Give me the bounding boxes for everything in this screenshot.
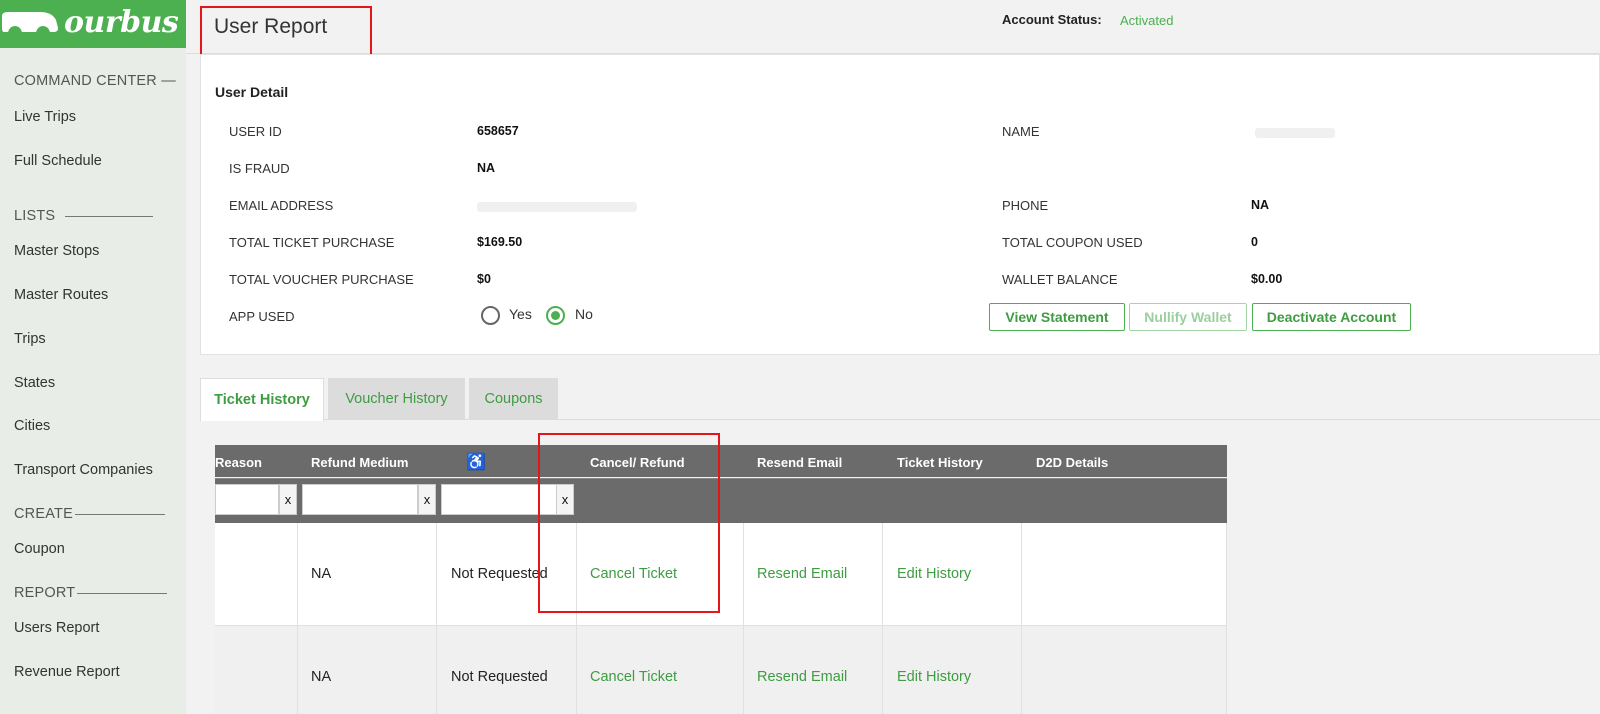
header-bar [186, 0, 1600, 54]
filter-clear-button[interactable]: x [418, 484, 436, 515]
row1-accessibility: Not Requested [451, 566, 548, 582]
column-divider [1021, 523, 1022, 714]
table-row [215, 626, 1227, 714]
nav-master-routes[interactable]: Master Routes [14, 287, 108, 303]
phone-label: PHONE [1002, 198, 1049, 213]
nav-trips[interactable]: Trips [14, 331, 46, 347]
wallet-balance-value: $0.00 [1251, 272, 1283, 286]
column-divider [297, 523, 298, 714]
app-used-no-radio[interactable] [546, 306, 565, 325]
nav-live-trips[interactable]: Live Trips [14, 109, 76, 125]
row2-refund-medium: NA [311, 669, 332, 685]
tab-ticket-history[interactable]: Ticket History [200, 378, 324, 421]
nav-states[interactable]: States [14, 375, 55, 391]
phone-value: NA [1251, 198, 1270, 212]
user-id-label: USER ID [229, 124, 282, 139]
column-ticket-history[interactable]: Ticket History [897, 455, 983, 470]
column-resend-email[interactable]: Resend Email [757, 455, 842, 470]
total-ticket-value: $169.50 [477, 235, 523, 249]
column-divider [1226, 523, 1227, 714]
nav-full-schedule[interactable]: Full Schedule [14, 153, 102, 169]
account-status-label: Account Status: [1002, 12, 1102, 27]
row2-resend-email-link[interactable]: Resend Email [757, 669, 847, 685]
tab-coupons[interactable]: Coupons [469, 378, 558, 420]
filter-input-refund-medium[interactable] [302, 484, 418, 515]
brand-logo[interactable]: ourbus [0, 0, 186, 48]
nav-transport-companies[interactable]: Transport Companies [14, 462, 153, 478]
section-command-center: COMMAND CENTER — [14, 73, 176, 89]
total-voucher-label: TOTAL VOUCHER PURCHASE [229, 272, 414, 287]
name-value-redacted [1255, 128, 1335, 138]
email-value-redacted [477, 202, 637, 212]
row2-cancel-ticket-link[interactable]: Cancel Ticket [590, 669, 677, 685]
nullify-wallet-button[interactable]: Nullify Wallet [1129, 303, 1247, 331]
column-d2d-details[interactable]: D2D Details [1036, 455, 1108, 470]
user-id-value: 658657 [477, 124, 519, 138]
row1-edit-history-link[interactable]: Edit History [897, 566, 971, 582]
column-reason[interactable]: Reason [215, 455, 271, 470]
section-report: REPORT [14, 585, 168, 601]
app-used-label: APP USED [229, 309, 295, 324]
wallet-balance-label: WALLET BALANCE [1002, 272, 1118, 287]
total-coupon-label: TOTAL COUPON USED [1002, 235, 1143, 250]
is-fraud-value: NA [477, 161, 496, 175]
user-detail-title: User Detail [215, 84, 289, 100]
nav-cities[interactable]: Cities [14, 418, 50, 434]
total-ticket-label: TOTAL TICKET PURCHASE [229, 235, 395, 250]
app-used-no-label: No [575, 306, 593, 322]
section-create: CREATE [14, 506, 165, 522]
email-label: EMAIL ADDRESS [229, 198, 334, 213]
wheelchair-accessibility-icon[interactable]: ♿ [466, 452, 486, 472]
deactivate-account-button[interactable]: Deactivate Account [1252, 303, 1411, 331]
sidebar: ourbus COMMAND CENTER — Live Trips Full … [0, 0, 186, 714]
column-divider [743, 523, 744, 714]
app-used-yes-radio[interactable] [481, 306, 500, 325]
nav-coupon[interactable]: Coupon [14, 541, 65, 557]
bus-logo-icon [2, 12, 58, 32]
filter-clear-button[interactable]: x [279, 484, 297, 515]
name-label: NAME [1002, 124, 1040, 139]
row1-resend-email-link[interactable]: Resend Email [757, 566, 847, 582]
total-voucher-value: $0 [477, 272, 491, 286]
total-coupon-value: 0 [1251, 235, 1258, 249]
account-status-value: Activated [1120, 13, 1174, 28]
is-fraud-label: IS FRAUD [229, 161, 290, 176]
brand-name: ourbus [64, 5, 179, 40]
nav-revenue-report[interactable]: Revenue Report [14, 664, 120, 680]
section-divider [65, 215, 154, 217]
tab-voucher-history[interactable]: Voucher History [328, 378, 465, 420]
app-used-yes-label: Yes [509, 306, 532, 322]
row1-refund-medium: NA [311, 566, 332, 582]
section-lists: LISTS [14, 208, 154, 224]
row2-accessibility: Not Requested [451, 669, 548, 685]
column-divider [882, 523, 883, 714]
row2-edit-history-link[interactable]: Edit History [897, 669, 971, 685]
view-statement-button[interactable]: View Statement [989, 303, 1125, 331]
nav-master-stops[interactable]: Master Stops [14, 243, 99, 259]
highlight-box-cancel-refund [538, 433, 720, 613]
section-divider [74, 513, 165, 515]
nav-users-report[interactable]: Users Report [14, 620, 99, 636]
column-divider [436, 523, 437, 714]
section-divider [77, 592, 168, 594]
column-refund-medium[interactable]: Refund Medium [311, 455, 409, 470]
filter-input-reason[interactable] [215, 484, 279, 515]
table-row [215, 523, 1227, 626]
